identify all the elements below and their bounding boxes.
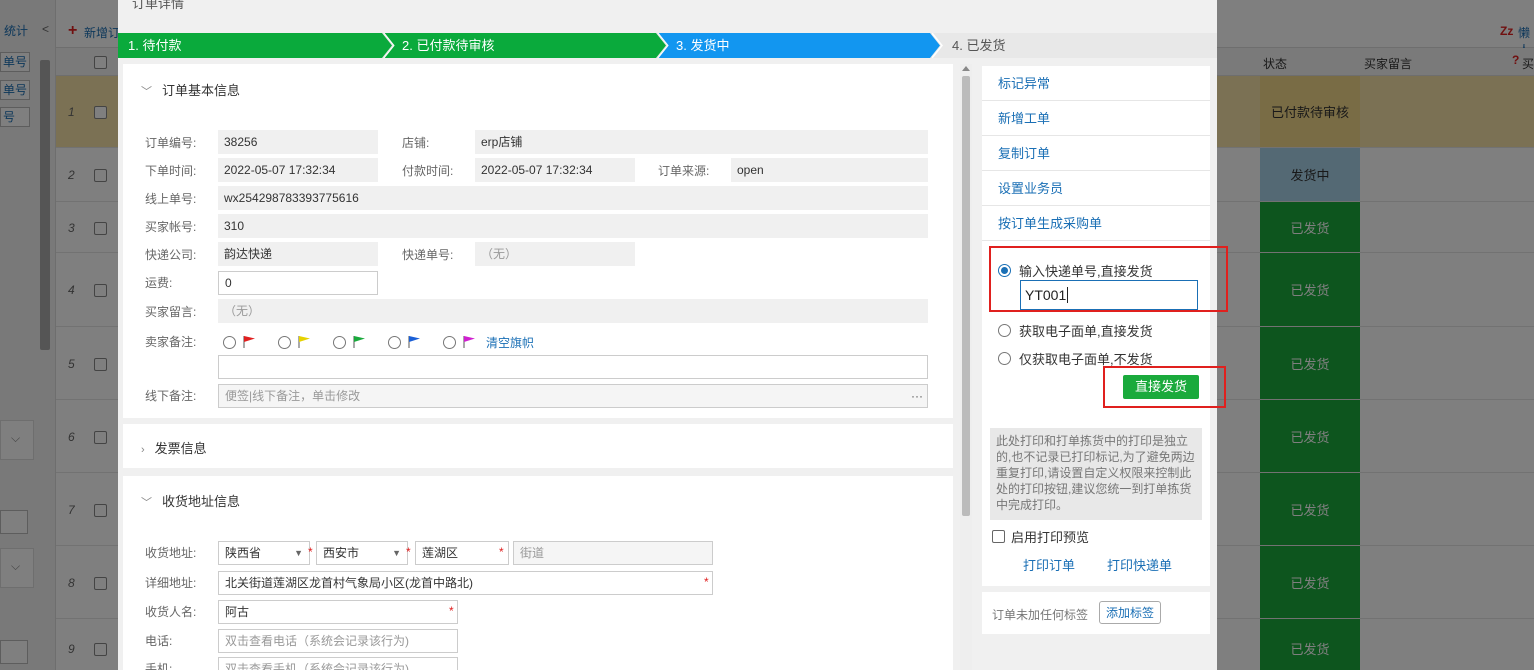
required-mark: * — [499, 545, 504, 559]
order-info-column: ﹀ 订单基本信息 订单编号: 38256 店铺: erp店铺 下单时间: 2022… — [123, 64, 953, 670]
tracking-no-label: 快递单号: — [402, 248, 454, 262]
street-input[interactable]: 街道 — [513, 541, 713, 565]
blue-flag-icon — [407, 335, 421, 351]
modal-title: 订单详情 — [132, 0, 185, 11]
content-scrollbar[interactable] — [960, 64, 972, 670]
freight-input[interactable]: 0 — [218, 271, 378, 295]
flag-blue-radio[interactable] — [388, 336, 401, 349]
clear-flags-link[interactable]: 清空旗帜 — [486, 334, 534, 351]
invoice-header[interactable]: › 发票信息 — [141, 438, 207, 457]
flag-yellow-radio[interactable] — [278, 336, 291, 349]
order-detail-modal: 订单详情 1. 待付款 2. 已付款待审核 3. 发货中 4. 已发货 ﹀ 订单基… — [118, 0, 1228, 670]
buyer-message-value: （无） — [218, 299, 928, 323]
buyer-account-label: 买家帐号: — [145, 220, 197, 234]
buyer-account-value: 310 — [218, 214, 928, 238]
shop-label: 店铺: — [402, 136, 430, 150]
order-no-value: 38256 — [218, 130, 378, 154]
scroll-thumb[interactable] — [962, 76, 970, 516]
step-paid-review: 2. 已付款待审核 — [384, 33, 666, 58]
order-time-value: 2022-05-07 17:32:34 — [218, 158, 378, 182]
phone-input[interactable]: 双击查看电话（系统会记录该行为) — [218, 629, 458, 653]
invoice-panel: › 发票信息 — [123, 424, 953, 468]
radio-unselected[interactable] — [998, 352, 1011, 365]
flag-purple-radio[interactable] — [443, 336, 456, 349]
online-no-value: wx254298783393775616 — [218, 186, 928, 210]
required-mark: * — [704, 575, 709, 589]
print-express-link[interactable]: 打印快递单 — [1107, 555, 1172, 574]
flag-selector: 清空旗帜 — [223, 334, 534, 351]
yellow-flag-icon — [297, 335, 311, 351]
actions-column: 标记异常 新增工单 复制订单 设置业务员 按订单生成采购单 输入快递单号,直接发… — [982, 64, 1228, 670]
more-options-button[interactable]: ··· — [911, 385, 923, 407]
new-ticket-link[interactable]: 新增工单 — [982, 101, 1210, 136]
seller-note-input[interactable] — [218, 355, 928, 379]
address-header[interactable]: ﹀ 收货地址信息 — [141, 491, 240, 510]
chevron-right-icon: › — [141, 444, 145, 456]
receiver-input[interactable]: 阿古 — [218, 600, 458, 624]
express-company-value: 韵达快递 — [218, 242, 378, 266]
source-label: 订单来源: — [658, 164, 710, 178]
set-salesperson-link[interactable]: 设置业务员 — [982, 171, 1210, 206]
dropdown-icon: ▼ — [294, 548, 303, 558]
create-purchase-order-link[interactable]: 按订单生成采购单 — [982, 206, 1210, 241]
buyer-message-label: 买家留言: — [145, 305, 197, 319]
city-select[interactable]: 西安市 ▼ — [316, 541, 408, 565]
mark-exception-link[interactable]: 标记异常 — [982, 66, 1210, 101]
print-preview-toggle[interactable]: 启用打印预览 — [992, 527, 1089, 546]
tracking-no-value: （无） — [475, 242, 635, 266]
option-e-waybill-ship[interactable]: 获取电子面单,直接发货 — [998, 321, 1153, 340]
radio-unselected[interactable] — [998, 324, 1011, 337]
mobile-input[interactable]: 双击查看手机（系统会记录该行为) — [218, 657, 458, 670]
offline-note-input[interactable]: 便签|线下备注，单击修改 — [218, 384, 928, 408]
phone-label: 电话: — [145, 634, 173, 648]
pay-time-value: 2022-05-07 17:32:34 — [475, 158, 635, 182]
online-no-label: 线上单号: — [145, 192, 197, 206]
mobile-label: 手机: — [145, 662, 173, 670]
detail-address-label: 详细地址: — [145, 576, 197, 590]
print-preview-checkbox[interactable] — [992, 530, 1005, 543]
no-tags-text: 订单未加任何标签 — [992, 608, 1089, 622]
basic-info-header[interactable]: ﹀ 订单基本信息 — [141, 80, 240, 99]
address-label: 收货地址: — [145, 546, 197, 560]
province-select[interactable]: 陕西省 ▼ — [218, 541, 310, 565]
basic-info-panel: ﹀ 订单基本信息 订单编号: 38256 店铺: erp店铺 下单时间: 2022… — [123, 64, 953, 418]
step-shipping: 3. 发货中 — [658, 33, 940, 58]
print-order-link[interactable]: 打印订单 — [1023, 555, 1075, 574]
print-note: 此处打印和打单拣货中的打印是独立的,也不记录已打印标记,为了避免两边重复打印,请… — [990, 428, 1202, 520]
required-mark: * — [406, 545, 411, 559]
receiver-label: 收货人名: — [145, 605, 197, 619]
highlight-box-ship-button — [1103, 366, 1226, 408]
add-tag-button[interactable]: 添加标签 — [1099, 601, 1162, 624]
district-select[interactable]: 莲湖区 — [415, 541, 509, 565]
scroll-up-icon[interactable] — [962, 66, 970, 71]
chevron-down-icon: ﹀ — [141, 497, 152, 509]
order-no-label: 订单编号: — [145, 136, 197, 150]
shop-value: erp店铺 — [475, 130, 928, 154]
order-time-label: 下单时间: — [145, 164, 197, 178]
purple-flag-icon — [462, 335, 476, 351]
flag-red-radio[interactable] — [223, 336, 236, 349]
dropdown-icon: ▼ — [392, 548, 401, 558]
address-panel: ﹀ 收货地址信息 收货地址: 陕西省 ▼ * 西安市 ▼ * 莲湖区 * 街道 详细地… — [123, 476, 953, 670]
flag-green-radio[interactable] — [333, 336, 346, 349]
order-steps: 1. 待付款 2. 已付款待审核 3. 发货中 4. 已发货 — [118, 33, 1217, 58]
offline-note-label: 线下备注: — [145, 389, 197, 403]
detail-address-input[interactable]: 北关街道莲湖区龙首村气象局小区(龙首中路北) — [218, 571, 713, 595]
source-value: open — [731, 158, 928, 182]
required-mark: * — [308, 545, 313, 559]
copy-order-link[interactable]: 复制订单 — [982, 136, 1210, 171]
chevron-down-icon: ﹀ — [141, 86, 152, 98]
seller-note-label: 卖家备注: — [145, 335, 197, 349]
green-flag-icon — [352, 335, 366, 351]
freight-label: 运费: — [145, 276, 173, 290]
tags-panel: 订单未加任何标签 添加标签 — [982, 592, 1210, 634]
red-flag-icon — [242, 335, 256, 351]
step-pending-payment: 1. 待付款 — [118, 33, 392, 58]
highlight-box-tracking — [989, 246, 1228, 312]
pay-time-label: 付款时间: — [402, 164, 454, 178]
required-mark: * — [449, 604, 454, 618]
step-shipped: 4. 已发货 — [932, 33, 1217, 58]
express-company-label: 快递公司: — [145, 248, 197, 262]
